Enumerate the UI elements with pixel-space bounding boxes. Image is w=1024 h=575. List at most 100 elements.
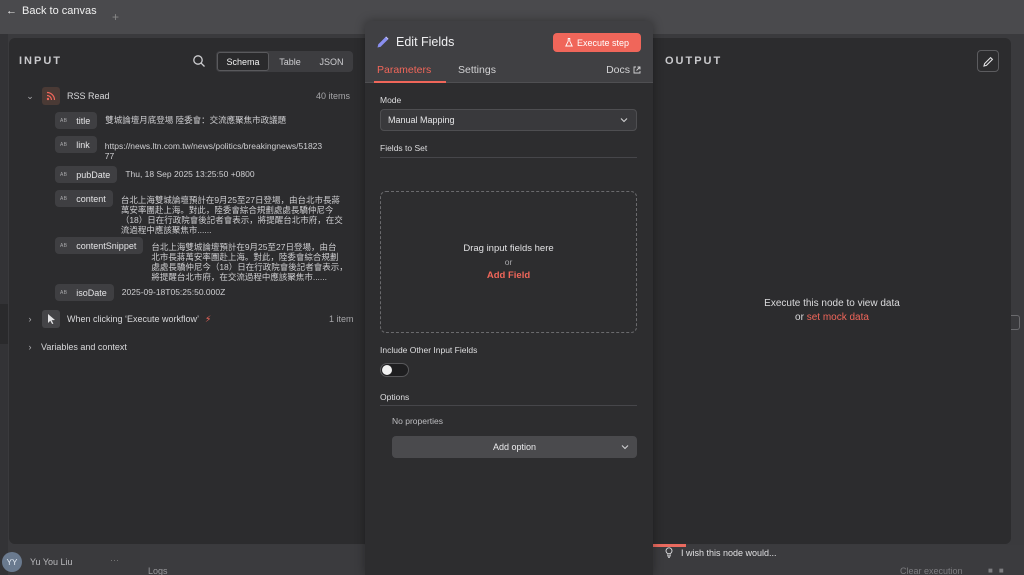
or-text: or [504,257,513,267]
execute-step-button[interactable]: Execute step [553,33,641,52]
panel-tabs: Parameters Settings Docs [365,61,653,83]
tab-json[interactable]: JSON [311,52,352,71]
dropzone-text: Drag input fields here [463,243,554,254]
tab-parameters[interactable]: Parameters [377,64,431,76]
rss-icon [42,87,60,105]
docs-link[interactable]: Docs [606,64,641,76]
text-type-icon: AB [60,195,68,202]
input-pane: INPUT Schema Table JSON ⌄ RSS Read 40 it… [9,38,365,544]
input-title: INPUT [19,55,62,67]
user-name: Yu You Liu [30,557,73,567]
mode-select[interactable]: Manual Mapping [380,109,637,131]
text-type-icon: AB [60,289,68,296]
docs-label: Docs [606,64,630,76]
panel-title: Edit Fields [396,35,455,49]
set-mock-data-link[interactable]: set mock data [807,312,869,323]
schema-field-pubdate[interactable]: AB pubDate Thu, 18 Sep 2025 13:25:50 +080… [55,166,255,183]
no-properties-text: No properties [392,416,444,426]
parameters-body: Mode Manual Mapping Fields to Set Drag i… [365,83,653,575]
variables-and-context[interactable]: › Variables and context [25,342,127,352]
edit-fields-panel: Edit Fields Execute step Parameters Sett… [365,21,653,575]
resize-handle[interactable] [0,304,8,344]
tab-settings[interactable]: Settings [458,64,496,76]
back-label: Back to canvas [22,5,97,17]
output-empty-state: Execute this node to view data or set mo… [732,297,932,325]
node-rss-read[interactable]: ⌄ RSS Read [25,87,110,105]
lightning-icon: ⚡︎ [205,313,212,324]
field-value: https://news.ltn.com.tw/news/politics/br… [104,141,323,161]
plus-icon[interactable]: + [112,10,119,24]
chevron-down-icon [620,118,628,123]
or-text: or [795,312,804,323]
panel-icons[interactable]: ■■ [988,566,1010,575]
field-key: AB isoDate [55,284,114,301]
panel-header: Edit Fields Execute step [365,21,653,61]
view-switcher: Schema Table JSON [216,51,353,72]
options-label: Options [380,392,410,402]
left-sidebar [0,34,8,575]
user-profile[interactable]: YY Yu You Liu [2,552,73,572]
fields-to-set-label: Fields to Set [380,143,428,153]
collapse-handle[interactable] [1011,315,1020,330]
schema-field-isodate[interactable]: AB isoDate 2025-09-18T05:25:50.000Z [55,284,225,301]
arrow-left-icon: ← [6,5,17,17]
field-key: AB pubDate [55,166,118,183]
field-value: 台北上海雙城論壇預計在9月25至27日登場，由台北市長蔣萬安率團赴上海。對此，陸… [151,242,348,282]
schema-field-contentsnippet[interactable]: AB contentSnippet 台北上海雙城論壇預計在9月25至27日登場，由… [55,237,348,282]
include-other-fields-label: Include Other Input Fields [380,345,478,355]
chevron-right-icon: › [28,314,32,324]
node-name: When clicking ‘Execute workflow’ [67,314,200,324]
node-name: Variables and context [41,342,127,352]
cursor-icon [42,310,60,328]
text-type-icon: AB [60,242,68,249]
more-icon[interactable]: ⋯ [110,555,120,566]
mode-value: Manual Mapping [388,115,455,125]
back-to-canvas-link[interactable]: ← Back to canvas [6,5,97,17]
pencil-icon [982,56,993,67]
chevron-right-icon: › [28,342,32,352]
tab-schema[interactable]: Schema [217,52,269,71]
text-type-icon: AB [60,117,68,124]
output-message: Execute this node to view data [764,298,900,309]
add-field-button[interactable]: Add Field [487,270,530,281]
lightbulb-icon [665,547,673,558]
fields-dropzone[interactable]: Drag input fields here or Add Field [380,191,637,333]
feedback-text: I wish this node would... [681,547,777,558]
text-type-icon: AB [60,141,68,148]
node-name: RSS Read [67,91,110,101]
flask-icon [565,38,573,47]
schema-field-content[interactable]: AB content 台北上海雙城論壇預計在9月25至27日登場，由台北市長蔣 萬安… [55,190,343,235]
schema-field-title[interactable]: AB title 雙城論壇月底登場 陸委會：交流應聚焦市政議題 [55,112,286,129]
edit-output-button[interactable] [977,50,999,72]
text-type-icon: AB [60,171,68,178]
tab-table[interactable]: Table [269,52,311,71]
external-link-icon [633,66,641,74]
avatar: YY [2,552,22,572]
item-count: 40 items [316,91,351,101]
add-option-label: Add option [492,442,537,452]
field-key: AB title [55,112,98,129]
node-manual-trigger[interactable]: › When clicking ‘Execute workflow’ ⚡︎ [25,310,211,328]
divider [380,157,637,158]
field-value: 台北上海雙城論壇預計在9月25至27日登場，由台北市長蔣萬安率團赴上海。對此，陸… [120,195,343,235]
divider [380,405,637,406]
logs-tab[interactable]: Logs [148,566,168,575]
schema-field-link[interactable]: AB link https://news.ltn.com.tw/news/poli… [55,136,322,161]
field-value: 2025-09-18T05:25:50.000Z [121,287,226,297]
include-other-fields-toggle[interactable] [380,363,409,377]
field-value: Thu, 18 Sep 2025 13:25:50 +0800 [125,169,255,179]
field-key: AB content [55,190,113,207]
field-value: 雙城論壇月底登場 陸委會：交流應聚焦市政議題 [105,115,287,125]
add-option-button[interactable]: Add option [392,436,637,458]
field-key: AB link [55,136,97,153]
toggle-knob [382,365,392,375]
clear-execution-button[interactable]: Clear execution [900,566,963,575]
search-icon[interactable] [192,54,206,68]
execute-label: Execute step [576,37,630,48]
mode-label: Mode [380,95,402,105]
chevron-down-icon [621,445,629,450]
pencil-icon [377,36,389,48]
chevron-down-icon: ⌄ [26,90,34,101]
output-title: OUTPUT [665,55,723,67]
feedback-link[interactable]: I wish this node would... [665,547,777,558]
